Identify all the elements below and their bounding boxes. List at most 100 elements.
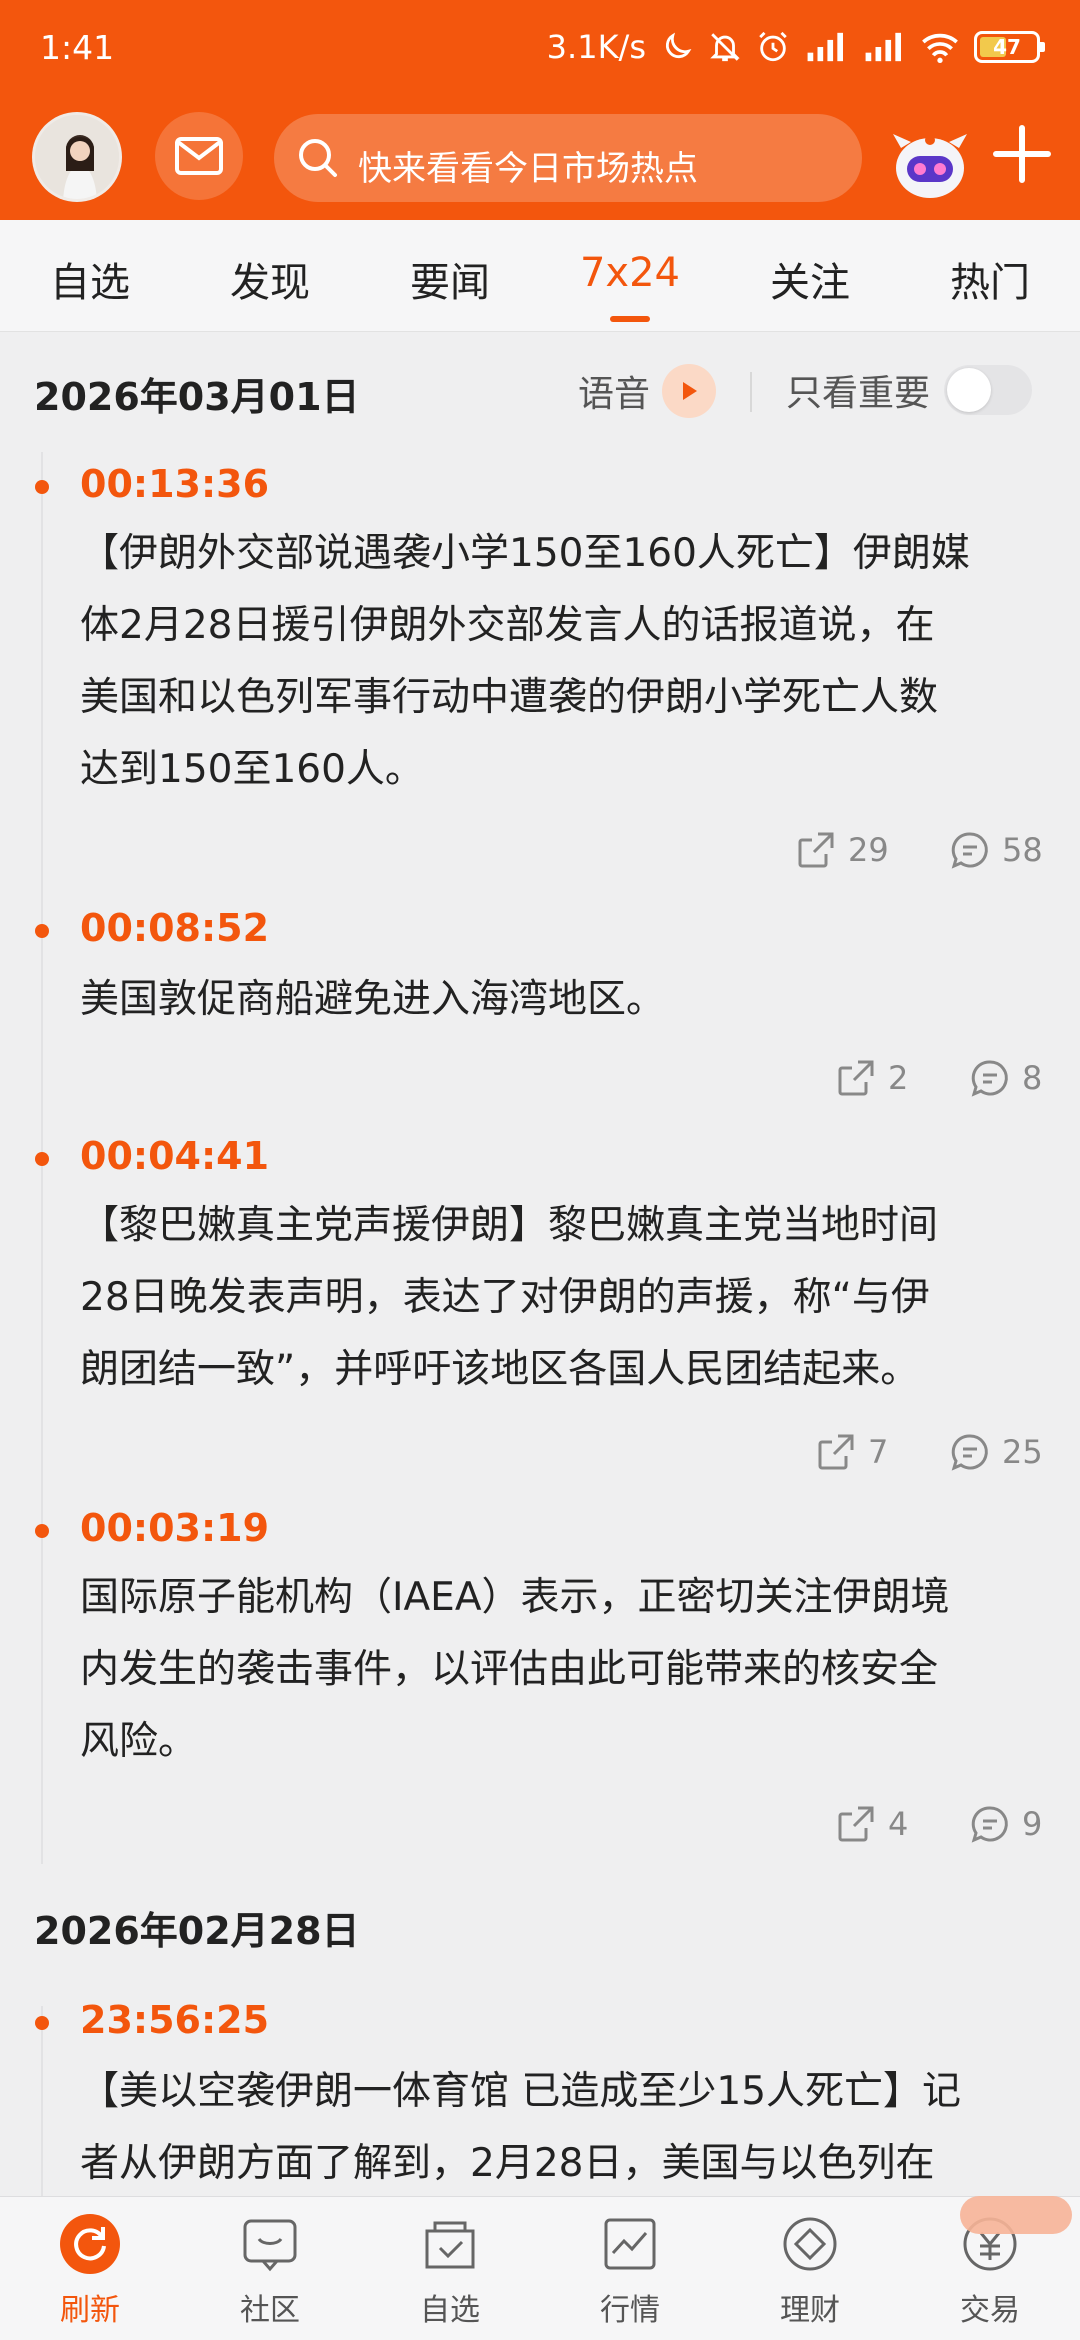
voice-button[interactable]: 语音 <box>578 364 717 418</box>
news-body[interactable]: 【伊朗外交部说遇袭小学150至160人死亡】伊朗媒 体2月28日援引伊朗外交部发… <box>80 518 1050 806</box>
tab-headlines[interactable]: 要闻 <box>370 250 530 308</box>
status-time: 1:41 <box>40 28 115 67</box>
share-button[interactable]: 29 <box>796 830 889 870</box>
status-icons: 3.1K/s 47 <box>546 22 1045 72</box>
alarm-icon <box>759 31 787 62</box>
comment-icon <box>951 1434 988 1471</box>
date-header: 2026年03月01日 <box>34 375 360 419</box>
share-button[interactable]: 2 <box>836 1058 908 1098</box>
share-icon <box>838 1060 874 1096</box>
share-count: 7 <box>868 1433 889 1471</box>
comment-button[interactable]: 8 <box>970 1058 1042 1098</box>
share-icon <box>838 1806 874 1842</box>
play-icon <box>662 364 717 418</box>
nav-watchlist[interactable]: 自选 <box>380 2213 520 2329</box>
tab-hot[interactable]: 热门 <box>910 250 1070 308</box>
important-only-label: 只看重要 <box>786 373 931 414</box>
news-line: 美国敦促商船避免进入海湾地区。 <box>80 977 666 1022</box>
comment-count: 9 <box>1022 1805 1043 1843</box>
comment-button[interactable]: 58 <box>950 830 1043 870</box>
search-bar[interactable]: 快来看看今日市场热点 <box>274 114 862 202</box>
nav-label: 理财 <box>780 2293 840 2328</box>
robot-assistant-icon[interactable] <box>885 118 975 208</box>
signal-icon-2 <box>865 32 901 62</box>
active-tab-indicator <box>610 316 650 322</box>
comment-button[interactable]: 25 <box>950 1432 1043 1472</box>
search-icon <box>299 139 337 177</box>
share-icon <box>798 832 834 868</box>
news-line: 风险。 <box>80 1719 198 1764</box>
news-line: 美国和以色列军事行动中遭袭的伊朗小学死亡人数 <box>80 675 939 720</box>
news-time: 00:13:36 <box>80 462 270 506</box>
news-body[interactable]: 【美以空袭伊朗一体育馆 已造成至少15人死亡】记 者从伊朗方面了解到，2月28日… <box>80 2056 1050 2200</box>
comment-button[interactable]: 9 <box>970 1804 1042 1844</box>
tab-bar: 自选 发现 要闻 7x24 关注 热门 <box>0 220 1080 332</box>
tab-following[interactable]: 关注 <box>730 250 890 308</box>
news-time: 23:56:25 <box>80 1998 270 2042</box>
mail-button[interactable] <box>155 112 243 200</box>
timeline-dot <box>35 924 49 938</box>
add-icon[interactable] <box>990 122 1054 186</box>
share-count: 29 <box>848 831 889 869</box>
news-line: 内发生的袭击事件，以评估由此可能带来的核安全 <box>80 1647 939 1692</box>
voice-label: 语音 <box>578 374 651 415</box>
mail-icon <box>175 137 223 175</box>
comment-icon <box>971 1806 1008 1843</box>
timeline-dot <box>35 480 49 494</box>
important-only-toggle[interactable] <box>944 365 1033 415</box>
timeline-line <box>41 2006 43 2206</box>
moon-icon <box>665 32 692 59</box>
tab-7x24[interactable]: 7x24 <box>550 250 710 296</box>
nav-wealth[interactable]: 理财 <box>740 2213 880 2329</box>
timeline-dot <box>35 1152 49 1166</box>
date-header: 2026年02月28日 <box>34 1909 360 1953</box>
timeline-dot <box>35 1524 49 1538</box>
share-count: 2 <box>888 1059 909 1097</box>
news-time: 00:08:52 <box>80 906 270 950</box>
news-body[interactable]: 美国敦促商船避免进入海湾地区。 <box>80 964 1050 1036</box>
important-only-filter: 只看重要 <box>786 364 1033 416</box>
comment-icon <box>951 832 988 869</box>
wifi-icon <box>922 33 958 63</box>
share-button[interactable]: 4 <box>836 1804 908 1844</box>
comment-count: 58 <box>1002 831 1043 869</box>
nav-market[interactable]: 行情 <box>560 2213 700 2329</box>
watchlist-icon <box>419 2213 481 2275</box>
top-header: 1:41 3.1K/s 47 快来看看今日市场热点 <box>0 0 1080 220</box>
signal-icon <box>807 32 843 62</box>
news-line: 28日晚发表声明，表达了对伊朗的声援，称“与伊 <box>80 1275 930 1320</box>
nav-community[interactable]: 社区 <box>200 2213 340 2329</box>
news-time: 00:03:19 <box>80 1506 270 1550</box>
floating-widget[interactable] <box>960 2196 1072 2234</box>
search-placeholder: 快来看看今日市场热点 <box>358 148 698 189</box>
battery-icon: 47 <box>974 31 1045 63</box>
status-bar: 1:41 3.1K/s 47 <box>0 0 1080 96</box>
refresh-icon <box>59 2213 121 2275</box>
battery-level: 47 <box>993 35 1021 59</box>
tab-discover[interactable]: 发现 <box>190 250 350 308</box>
news-line: 达到150至160人。 <box>80 747 424 792</box>
market-icon <box>599 2213 661 2275</box>
tab-watchlist[interactable]: 自选 <box>10 250 170 308</box>
news-line: 朗团结一致”，并呼吁该地区各国人民团结起来。 <box>80 1347 920 1392</box>
news-line: 【美以空袭伊朗一体育馆 已造成至少15人死亡】记 <box>80 2069 962 2114</box>
mute-bell-icon <box>710 33 740 62</box>
avatar[interactable] <box>32 112 122 202</box>
community-icon <box>239 2213 301 2275</box>
nav-refresh[interactable]: 刷新 <box>20 2213 160 2329</box>
timeline-dot <box>35 2016 49 2030</box>
news-body[interactable]: 【黎巴嫩真主党声援伊朗】黎巴嫩真主党当地时间 28日晚发表声明，表达了对伊朗的声… <box>80 1190 1050 1406</box>
nav-label: 行情 <box>600 2293 660 2328</box>
news-line: 【伊朗外交部说遇袭小学150至160人死亡】伊朗媒 <box>80 531 970 576</box>
news-body[interactable]: 国际原子能机构（IAEA）表示，正密切关注伊朗境 内发生的袭击事件，以评估由此可… <box>80 1562 1050 1778</box>
bottom-navigation: 刷新 社区 自选 行情 理财 交易 <box>0 2196 1080 2340</box>
news-line: 【黎巴嫩真主党声援伊朗】黎巴嫩真主党当地时间 <box>80 1203 939 1248</box>
divider <box>750 372 752 412</box>
network-speed: 3.1K/s <box>546 28 646 66</box>
share-icon <box>818 1434 854 1470</box>
nav-label: 刷新 <box>60 2293 120 2328</box>
share-button[interactable]: 7 <box>816 1432 888 1472</box>
nav-label: 自选 <box>420 2293 480 2328</box>
comment-count: 8 <box>1022 1059 1043 1097</box>
comment-icon <box>971 1060 1008 1097</box>
